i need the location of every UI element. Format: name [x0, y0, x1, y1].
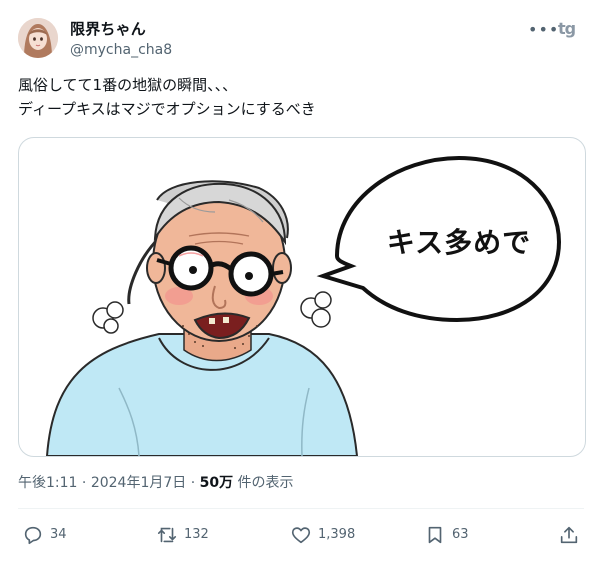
divider: [18, 508, 584, 509]
share-button[interactable]: [558, 523, 580, 547]
bookmark-button[interactable]: 63: [424, 523, 469, 547]
tweet-media[interactable]: キス多めで: [18, 137, 586, 457]
tweet-text-line: ディープキスはマジでオプションにするべき: [18, 100, 316, 118]
heart-icon: [291, 527, 311, 544]
tweet-date[interactable]: 2024年1月7日: [91, 475, 186, 491]
views-label: 件の表示: [233, 475, 294, 491]
speech-bubble-text: キス多めで: [386, 226, 532, 259]
reply-button[interactable]: 34: [22, 523, 67, 547]
reply-icon: [24, 526, 42, 545]
tweet-card: 限界ちゃん @mycha_cha8 ••• tg 風俗してて1番の地獄の瞬間、、…: [0, 0, 603, 562]
repost-icon: [157, 527, 177, 543]
bookmark-icon: [428, 526, 442, 544]
repost-button[interactable]: 132: [156, 523, 209, 547]
reply-count: 34: [50, 527, 67, 542]
tweet-time[interactable]: 午後1:11: [18, 475, 77, 491]
cartoon-illustration: [45, 155, 562, 456]
tweet-meta: 午後1:11 · 2024年1月7日 · 50万 件の表示: [18, 474, 294, 492]
author-display-name[interactable]: 限界ちゃん: [70, 20, 146, 38]
tweet-text: 風俗してて1番の地獄の瞬間、、、 ディープキスはマジでオプションにするべき: [18, 73, 588, 121]
repost-count: 132: [184, 527, 209, 542]
avatar-image: [18, 18, 58, 58]
share-icon: [560, 526, 578, 544]
like-count: 1,398: [318, 527, 356, 542]
author-handle[interactable]: @mycha_cha8: [70, 41, 172, 59]
meta-separator: ·: [77, 475, 91, 491]
more-options-button[interactable]: •••: [528, 22, 558, 38]
brand-logo-icon: tg: [558, 19, 576, 38]
views-count: 50万: [199, 475, 234, 491]
bookmark-count: 63: [452, 527, 469, 542]
meta-separator: ·: [186, 475, 200, 491]
like-button[interactable]: 1,398: [290, 523, 355, 547]
avatar[interactable]: [18, 18, 58, 58]
tweet-text-line: 風俗してて1番の地獄の瞬間、、、: [18, 76, 238, 94]
